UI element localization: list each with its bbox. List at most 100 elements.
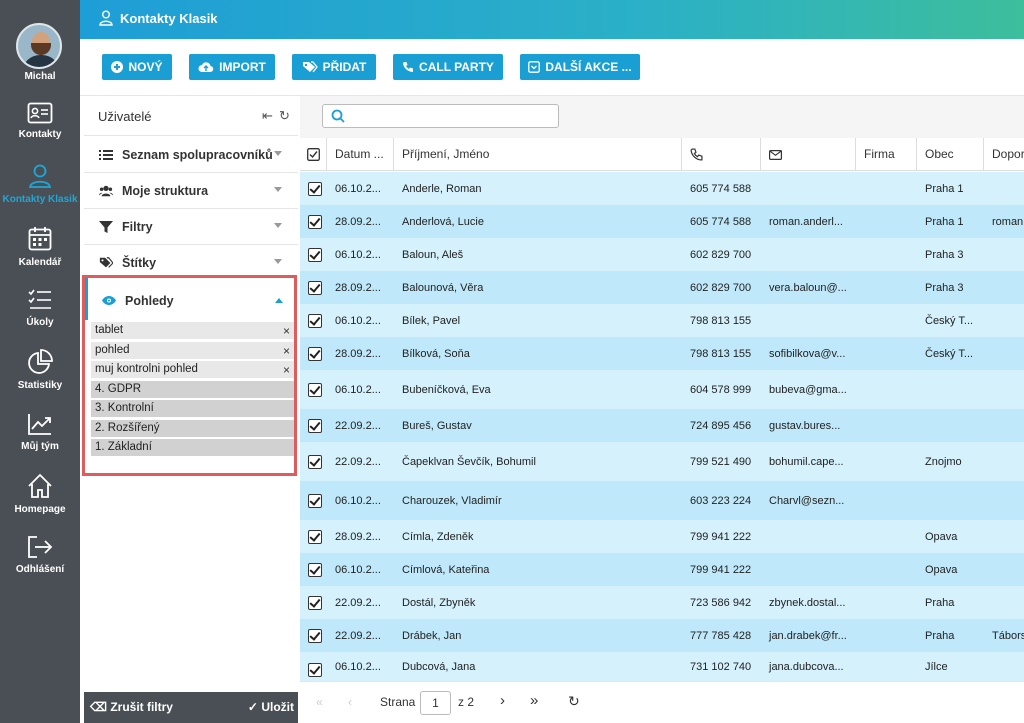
cell-phone: 604 578 999 — [690, 383, 752, 396]
table-row[interactable]: 06.10.2... Bubeníčková, Eva 604 578 999 bub… — [300, 370, 1024, 409]
sidebar-item-ukoly[interactable]: Úkoly — [0, 288, 80, 328]
last-page-icon[interactable]: » — [530, 692, 538, 709]
sidebar-item-muj-tym[interactable]: Můj tým — [0, 412, 80, 452]
cell-name: Dubcová, Jana — [402, 660, 476, 673]
phone-icon — [403, 62, 414, 73]
cell-obec — [917, 481, 984, 520]
view-item[interactable]: muj kontrolni pohled × — [91, 361, 294, 378]
cell-firma — [856, 481, 917, 520]
row-checkbox[interactable] — [308, 562, 322, 577]
logout-icon — [28, 536, 53, 558]
dropdown-box-icon — [528, 61, 541, 73]
close-icon[interactable]: × — [283, 362, 290, 378]
more-actions-button[interactable]: DALŠÍ AKCE ... — [520, 54, 640, 80]
table-row[interactable]: 22.09.2... Čapeklvan Ševčík, Bohumil 799 5… — [300, 442, 1024, 481]
view-item[interactable]: tablet × — [91, 322, 294, 339]
row-checkbox[interactable] — [308, 454, 322, 469]
row-checkbox[interactable] — [308, 346, 322, 361]
sidebar-item-odhlaseni[interactable]: Odhlášení — [0, 535, 80, 575]
search-input[interactable] — [322, 104, 559, 128]
list-icon — [99, 150, 113, 160]
row-checkbox[interactable] — [308, 214, 322, 229]
table-row[interactable]: 22.09.2... Drábek, Jan 777 785 428 jan.drab… — [300, 619, 1024, 652]
sidebar-item-homepage[interactable]: Homepage — [0, 473, 80, 515]
table-row[interactable]: 06.10.2... Charouzek, Vladimír 603 223 224… — [300, 481, 1024, 520]
row-checkbox[interactable] — [308, 313, 322, 328]
add-tag-button[interactable]: PŘIDAT — [292, 54, 376, 80]
table-row[interactable]: 06.10.2... Dubcová, Jana 731 102 740 jana.d… — [300, 652, 1024, 681]
column-header-name[interactable]: Příjmení, Jméno — [394, 138, 682, 171]
cell-dopor: roman. — [992, 215, 1024, 228]
person-icon — [28, 164, 52, 188]
next-page-icon[interactable]: › — [500, 692, 505, 709]
close-icon[interactable]: × — [283, 343, 290, 359]
views-section-header[interactable]: Pohledy — [85, 278, 294, 320]
row-checkbox[interactable] — [308, 418, 322, 433]
table-row[interactable]: 22.09.2... Dostál, Zbyněk 723 586 942 zbyne… — [300, 586, 1024, 619]
table-row[interactable]: 22.09.2... Bureš, Gustav 724 895 456 gustav… — [300, 409, 1024, 442]
row-checkbox[interactable] — [308, 529, 322, 544]
collapse-panel-icon[interactable]: ⇤ — [262, 108, 273, 124]
cell-date: 06.10.2... — [335, 494, 381, 507]
column-header-firma[interactable]: Firma — [856, 138, 917, 171]
cell-firma — [856, 238, 917, 271]
view-item[interactable]: pohled × — [91, 342, 294, 359]
sidebar-item-kontakty[interactable]: Kontakty — [0, 102, 80, 140]
new-button[interactable]: NOVÝ — [102, 54, 172, 80]
column-header-phone[interactable] — [682, 138, 761, 171]
cell-firma — [856, 586, 917, 619]
row-checkbox[interactable] — [308, 181, 322, 196]
cell-dopor — [984, 409, 1024, 442]
table-row[interactable]: 06.10.2... Baloun, Aleš 602 829 700 Praha 3 — [300, 238, 1024, 271]
close-icon[interactable]: × — [283, 323, 290, 339]
cell-date: 28.09.2... — [335, 530, 381, 543]
sidebar-item-kontakty-klasik[interactable]: Kontakty Klasik — [0, 163, 80, 205]
avatar[interactable] — [16, 23, 62, 69]
row-checkbox[interactable] — [308, 247, 322, 262]
clear-filters-button[interactable]: ⌫ Zrušit filtry — [90, 700, 173, 714]
section-filters[interactable]: Filtry — [84, 209, 298, 245]
table-row[interactable]: 06.10.2... Anderle, Roman 605 774 588 Praha… — [300, 172, 1024, 205]
row-checkbox[interactable] — [308, 662, 322, 677]
cell-date: 22.09.2... — [335, 596, 381, 609]
select-all-checkbox[interactable] — [300, 138, 327, 171]
table-row[interactable]: 28.09.2... Anderlová, Lucie 605 774 588 rom… — [300, 205, 1024, 238]
first-page-icon[interactable]: « — [316, 695, 323, 709]
column-header-date[interactable]: Datum ... — [327, 138, 394, 171]
cell-obec: Český T... — [925, 347, 974, 360]
row-checkbox[interactable] — [308, 595, 322, 610]
prev-page-icon[interactable]: ‹ — [348, 695, 352, 709]
sidebar-item-statistiky[interactable]: Statistiky — [0, 349, 80, 391]
table-row[interactable]: 06.10.2... Bílek, Pavel 798 813 155 Český T… — [300, 304, 1024, 337]
table-row[interactable]: 28.09.2... Címla, Zdeněk 799 941 222 Opava — [300, 520, 1024, 553]
pie-chart-icon — [28, 349, 53, 374]
row-checkbox[interactable] — [308, 382, 322, 397]
cell-phone: 731 102 740 — [690, 660, 752, 673]
refresh-icon[interactable]: ↻ — [568, 693, 580, 710]
table-row[interactable]: 06.10.2... Címlová, Kateřina 799 941 222 Op… — [300, 553, 1024, 586]
view-item[interactable]: 1. Základní — [91, 439, 294, 456]
view-item[interactable]: 2. Rozšířený — [91, 420, 294, 437]
table-row[interactable]: 28.09.2... Bílková, Soňa 798 813 155 sofibi… — [300, 337, 1024, 370]
row-checkbox[interactable] — [308, 628, 322, 643]
call-party-button[interactable]: CALL PARTY — [393, 54, 503, 80]
home-icon — [28, 473, 52, 498]
section-coworkers[interactable]: Seznam spolupracovníků — [84, 137, 298, 173]
import-button[interactable]: IMPORT — [189, 54, 275, 80]
column-header-dopor[interactable]: Dopor — [984, 138, 1024, 171]
column-header-obec[interactable]: Obec — [917, 138, 984, 171]
sidebar-item-label: Kalendář — [18, 257, 62, 268]
refresh-icon[interactable]: ↻ — [279, 108, 290, 124]
page-number-input[interactable]: 1 — [420, 691, 451, 715]
sidebar-item-kalendar[interactable]: Kalendář — [0, 226, 80, 268]
cell-dopor — [984, 172, 1024, 205]
row-checkbox[interactable] — [308, 280, 322, 295]
row-checkbox[interactable] — [308, 493, 322, 508]
table-row[interactable]: 28.09.2... Balounová, Věra 602 829 700 vera… — [300, 271, 1024, 304]
save-button[interactable]: ✓ Uložit — [248, 700, 294, 714]
view-item[interactable]: 3. Kontrolní — [91, 400, 294, 417]
user-name[interactable]: Michal — [0, 71, 80, 82]
view-item[interactable]: 4. GDPR — [91, 381, 294, 398]
section-my-structure[interactable]: Moje struktura — [84, 173, 298, 209]
column-header-email[interactable] — [761, 138, 856, 171]
